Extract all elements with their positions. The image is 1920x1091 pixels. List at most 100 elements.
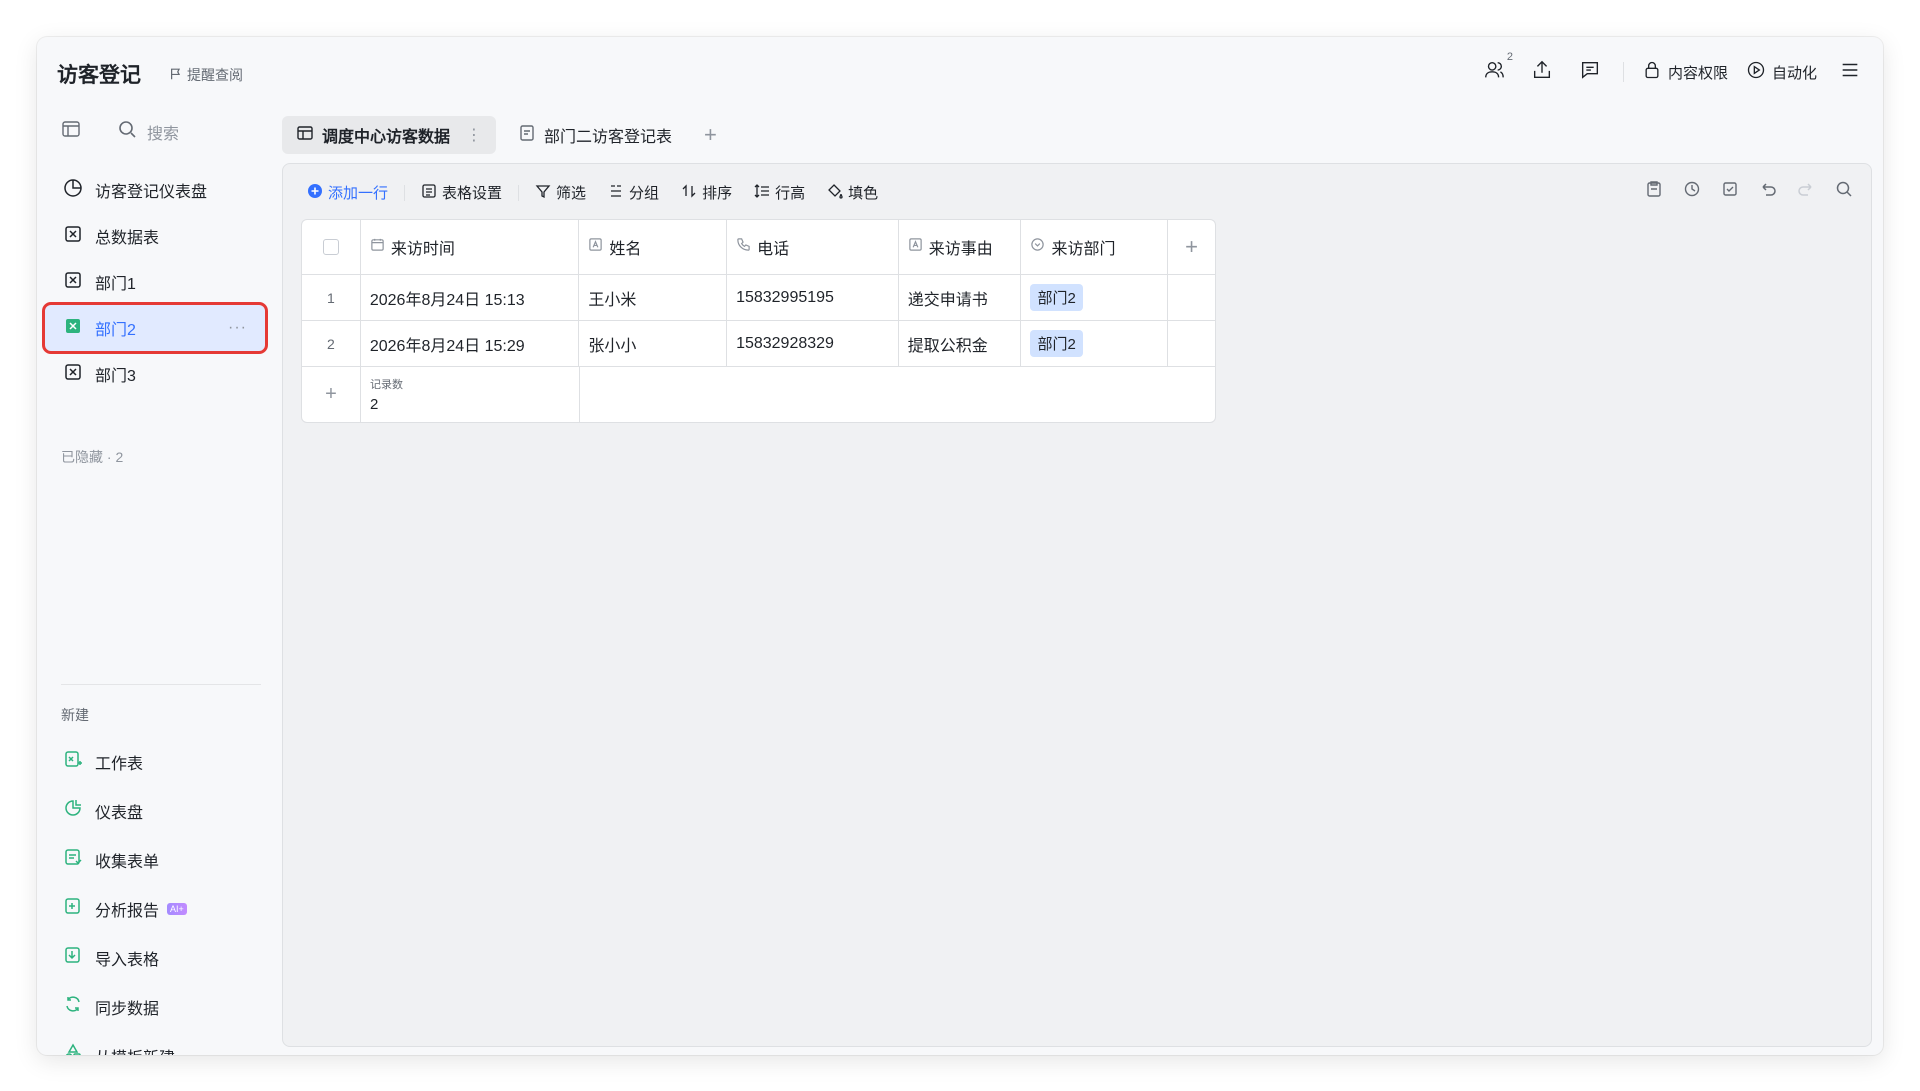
table-settings-button[interactable]: 表格设置 [415, 178, 508, 207]
redo-icon[interactable] [1797, 180, 1815, 203]
permission-button[interactable]: 内容权限 [1642, 60, 1728, 84]
sync-icon [63, 994, 83, 1019]
column-header-name[interactable]: 姓名 [579, 220, 728, 274]
cell-phone[interactable]: 15832995195 [727, 275, 899, 320]
column-header-dept[interactable]: 来访部门 [1021, 220, 1169, 274]
new-report-button[interactable]: 分析报告 AI+ [45, 884, 265, 933]
automation-button[interactable]: 自动化 [1746, 60, 1817, 84]
more-menu-button[interactable] [1835, 57, 1865, 87]
dept-tag: 部门2 [1030, 330, 1083, 357]
group-button[interactable]: 分组 [602, 178, 665, 207]
users-icon [1483, 59, 1505, 85]
new-form-button[interactable]: 收集表单 [45, 835, 265, 884]
dashboard-icon [63, 178, 83, 203]
toolbar-divider [404, 184, 406, 201]
import-table-button[interactable]: 导入表格 [45, 933, 265, 982]
new-dashboard-button[interactable]: 仪表盘 [45, 786, 265, 835]
sidebar-item-label: 总数据表 [95, 230, 160, 247]
new-item-label: 同步数据 [95, 1000, 160, 1018]
cell-dept[interactable]: 部门2 [1021, 275, 1169, 320]
check-doc-icon[interactable] [1721, 180, 1739, 203]
row-height-icon [754, 183, 770, 203]
fill-color-button[interactable]: 填色 [821, 178, 884, 207]
table-icon [63, 362, 83, 387]
sidebar-item-dept2[interactable]: 部门2 ··· [42, 302, 268, 354]
document-title[interactable]: 访客登记 [57, 59, 141, 89]
new-dashboard-icon [63, 798, 83, 823]
sidebar-item-label: 部门2 [95, 322, 136, 339]
cell-time[interactable]: 2026年8月24日 15:29 [361, 321, 580, 366]
from-template-button[interactable]: 从模板新建 [45, 1031, 265, 1055]
column-header-time[interactable]: 来访时间 [361, 220, 580, 274]
column-label: 电话 [757, 241, 790, 258]
hidden-items-toggle[interactable]: 已隐藏 · 2 [61, 447, 123, 467]
table-row[interactable]: 1 2026年8月24日 15:13 王小米 15832995195 递交申请书… [302, 275, 1215, 321]
sidebar-item-master-table[interactable]: 总数据表 [45, 213, 265, 259]
tab-label: 部门二访客登记表 [544, 129, 673, 146]
record-count-value: 2 [370, 396, 379, 413]
sidebar-item-dept3[interactable]: 部门3 [45, 351, 265, 397]
new-item-label: 收集表单 [95, 853, 160, 871]
remind-label: 提醒查阅 [187, 67, 243, 83]
add-view-button[interactable]: + [694, 122, 727, 148]
sidebar-search[interactable]: 搜索 [117, 119, 179, 144]
add-row-label: 添加一行 [328, 185, 389, 202]
column-header-phone[interactable]: 电话 [727, 220, 899, 274]
cell-reason[interactable]: 递交申请书 [899, 275, 1022, 320]
sidebar-item-dept1[interactable]: 部门1 [45, 259, 265, 305]
top-header: 访客登记 提醒查阅 2 内容权限 自动化 [37, 37, 1883, 107]
cell-name[interactable]: 张小小 [579, 321, 728, 366]
remind-button[interactable]: 提醒查阅 [169, 65, 243, 85]
toolbar-divider [518, 184, 520, 201]
table-row[interactable]: 2 2026年8月24日 15:29 张小小 15832928329 提取公积金… [302, 321, 1215, 367]
cell-reason[interactable]: 提取公积金 [899, 321, 1022, 366]
tab-menu-icon[interactable]: ⋮ [466, 125, 482, 145]
undo-icon[interactable] [1759, 180, 1777, 203]
cell-name[interactable]: 王小米 [579, 275, 728, 320]
text-field-icon [588, 237, 603, 257]
sort-button[interactable]: 排序 [675, 178, 738, 207]
filter-button[interactable]: 筛选 [529, 178, 592, 207]
cell-time[interactable]: 2026年8月24日 15:13 [361, 275, 580, 320]
more-options-icon[interactable]: ··· [228, 319, 247, 337]
add-column-button[interactable]: + [1168, 220, 1215, 274]
tab-dispatch-visitor-data[interactable]: 调度中心访客数据 ⋮ [282, 116, 497, 154]
summary-empty [580, 367, 1215, 422]
sidebar-toggle-icon[interactable] [61, 119, 81, 144]
form-icon [63, 847, 83, 872]
select-all-cell[interactable] [302, 220, 361, 274]
add-record-button[interactable]: + [302, 367, 361, 422]
fill-color-label: 填色 [848, 185, 879, 202]
sync-data-button[interactable]: 同步数据 [45, 982, 265, 1031]
new-item-label: 从模板新建 [95, 1044, 175, 1056]
add-row-button[interactable]: 添加一行 [301, 178, 394, 207]
form-view-icon [518, 124, 536, 147]
template-icon [63, 1043, 83, 1055]
grid-view-icon [296, 124, 314, 147]
sidebar-item-label: 访客登记仪表盘 [95, 184, 208, 201]
history-icon[interactable] [1683, 180, 1701, 203]
permission-label: 内容权限 [1667, 64, 1728, 82]
record-count-cell[interactable]: 记录数 2 [361, 367, 580, 422]
new-item-label: 仪表盘 [95, 804, 144, 822]
select-all-checkbox[interactable] [322, 239, 339, 255]
sort-label: 排序 [702, 185, 733, 202]
row-height-button[interactable]: 行高 [748, 178, 811, 207]
column-header-reason[interactable]: 来访事由 [899, 220, 1022, 274]
search-icon[interactable] [1835, 180, 1853, 203]
sidebar-item-dashboard[interactable]: 访客登记仪表盘 [45, 167, 265, 213]
sidebar-nav: 访客登记仪表盘 总数据表 部门1 部门2 ··· 部门3 [42, 167, 268, 397]
column-label: 来访事由 [928, 241, 993, 258]
cell-dept[interactable]: 部门2 [1021, 321, 1169, 366]
table-icon [63, 270, 83, 295]
tab-dept2-visitor-form[interactable]: 部门二访客登记表 [504, 116, 686, 154]
cell-phone[interactable]: 15832928329 [727, 321, 899, 366]
tab-label: 调度中心访客数据 [322, 129, 451, 146]
collaborators-button[interactable]: 2 [1479, 51, 1513, 87]
comments-button[interactable] [1575, 57, 1605, 87]
play-circle-icon [1746, 60, 1766, 84]
clipboard-icon[interactable] [1645, 180, 1663, 203]
share-button[interactable] [1527, 57, 1557, 87]
table-header-row: 来访时间 姓名 电话 来访事由 来访部门 + [302, 220, 1215, 275]
new-sheet-button[interactable]: 工作表 [45, 737, 265, 786]
